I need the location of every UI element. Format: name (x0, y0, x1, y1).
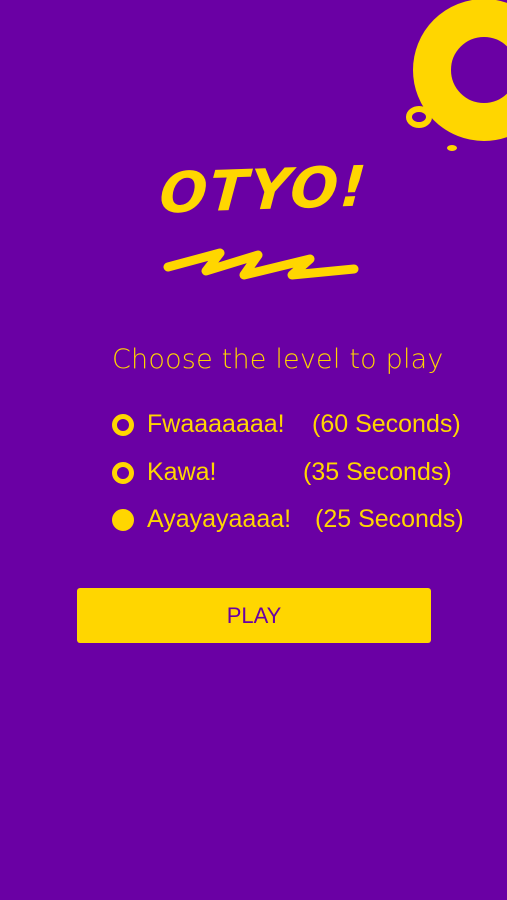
play-button[interactable]: PLAY (77, 588, 431, 643)
radio-icon[interactable] (112, 413, 134, 436)
logo-zigzag-decoration (163, 248, 359, 280)
level-option-ayayayaaaa[interactable]: Ayayayaaaa! (25 Seconds) (112, 505, 464, 534)
level-prompt: Choose the level to play (112, 344, 444, 375)
small-ring-decoration (406, 106, 432, 128)
level-time: (35 Seconds) (303, 458, 452, 486)
app-logo: OTYO! (157, 154, 370, 288)
level-name: Kawa! (147, 458, 217, 486)
logo-text: OTYO! (157, 154, 371, 227)
level-name: Fwaaaaaaa! (147, 410, 285, 438)
radio-icon[interactable] (112, 461, 134, 484)
level-option-kawa[interactable]: Kawa! (35 Seconds) (112, 458, 452, 487)
level-name: Ayayayaaaa! (147, 505, 292, 533)
large-ring-decoration (413, 0, 507, 141)
level-option-fwaaaaaaa[interactable]: Fwaaaaaaa! (60 Seconds) (112, 410, 461, 439)
level-time: (60 Seconds) (312, 410, 461, 438)
tiny-dot-decoration (447, 145, 457, 151)
level-time: (25 Seconds) (315, 505, 464, 533)
radio-checked-icon[interactable] (112, 508, 134, 531)
